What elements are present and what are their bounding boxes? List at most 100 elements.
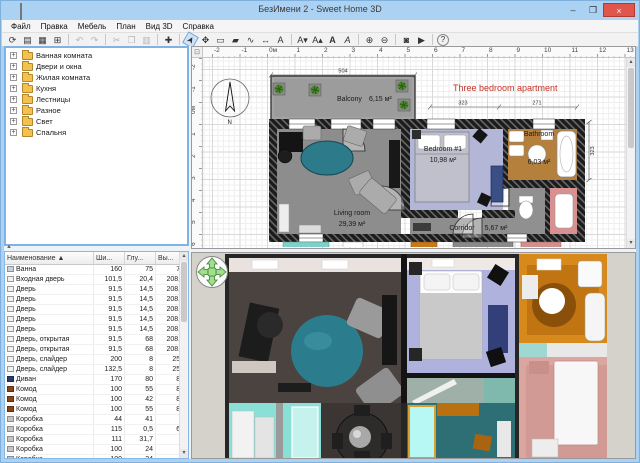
bed[interactable] [415, 132, 469, 202]
furniture-row[interactable]: Дверь, слайдер2008250✓ [5, 355, 189, 365]
pan-tool-button[interactable]: ✥ [199, 34, 212, 46]
furniture-row[interactable]: Дверь, слайдер132,58250✓ [5, 365, 189, 375]
living-room-label[interactable]: Living room [334, 210, 370, 217]
3d-aerial-view[interactable] [192, 253, 636, 459]
scroll-up-icon[interactable]: ▴ [180, 252, 188, 261]
minimize-button[interactable]: – [563, 3, 583, 17]
furniture-row[interactable]: Коробка11131,72✓ [5, 435, 189, 445]
menu-item-1[interactable]: Файл [6, 22, 36, 31]
scroll-up-icon[interactable]: ▴ [627, 58, 635, 67]
shower-tub[interactable] [555, 194, 573, 228]
catalog-category-1[interactable]: +Ванная комната [6, 50, 187, 61]
create-polylines-button[interactable]: ∿ [244, 34, 257, 46]
menu-item-4[interactable]: План [111, 22, 140, 31]
furniture-row[interactable]: Диван1708085✓ [5, 375, 189, 385]
column-header-1[interactable]: Наименование ▲ [5, 252, 94, 265]
expand-icon[interactable]: + [10, 74, 17, 81]
expand-icon[interactable]: + [10, 63, 17, 70]
italic-button[interactable]: A [341, 34, 354, 46]
expand-icon[interactable]: + [10, 96, 17, 103]
create-dimensions-button[interactable]: ↔ [259, 34, 272, 46]
scroll-thumb[interactable] [628, 68, 634, 148]
new-plan-button[interactable]: ⟳ [6, 34, 19, 46]
expand-icon[interactable]: + [10, 107, 17, 114]
catalog-category-2[interactable]: +Двери и окна [6, 61, 187, 72]
bold-button[interactable]: A [326, 34, 339, 46]
furniture-row[interactable]: Коробка100241✓ [5, 455, 189, 460]
preferences-button[interactable]: ⊞ [51, 34, 64, 46]
menu-item-2[interactable]: Правка [36, 22, 73, 31]
furniture-row[interactable]: Коробка44412✓ [5, 415, 189, 425]
view-3d[interactable] [191, 252, 636, 459]
plant-icon[interactable] [273, 83, 285, 95]
bed-3d[interactable] [420, 271, 482, 359]
paste-button[interactable]: ▥ [140, 34, 153, 46]
furniture-row[interactable]: Комод1004280✓ [5, 395, 189, 405]
3d-navigation-control[interactable] [195, 255, 229, 289]
maximize-button[interactable]: ❒ [583, 3, 603, 17]
furniture-row[interactable]: Ванна1607572✓ [5, 265, 189, 275]
add-furniture-button[interactable]: ✚ [162, 34, 175, 46]
furniture-row[interactable]: Коробка1150,560✓ [5, 425, 189, 435]
wardrobe-3d[interactable] [488, 305, 508, 353]
furniture-row[interactable]: Дверь91,514,5208,5✓ [5, 305, 189, 315]
video-button[interactable]: ▶ [415, 34, 428, 46]
catalog-category-6[interactable]: +Разное [6, 105, 187, 116]
catalog-category-3[interactable]: +Жилая комната [6, 72, 187, 83]
furniture-row[interactable]: Дверь91,514,5208,5✓ [5, 325, 189, 335]
furniture-row[interactable]: Комод1005580✓ [5, 385, 189, 395]
bed-2-3d[interactable] [554, 361, 598, 445]
plant-icon[interactable] [398, 99, 410, 111]
hall-cabinet[interactable] [413, 223, 431, 231]
plan-drawing[interactable]: N [203, 58, 635, 247]
furniture-row[interactable]: Дверь, открытая91,568208,5✓ [5, 335, 189, 345]
copy-button[interactable]: ❐ [125, 34, 138, 46]
plan-canvas[interactable]: N [203, 58, 635, 248]
desk-3d[interactable] [437, 403, 479, 416]
furniture-row[interactable]: Дверь91,514,5208,5✓ [5, 295, 189, 305]
create-walls-button[interactable]: ▭ [214, 34, 227, 46]
photo-button[interactable]: ◙ [400, 34, 413, 46]
expand-icon[interactable]: + [10, 85, 17, 92]
cut-button[interactable]: ✂ [110, 34, 123, 46]
create-rooms-button[interactable]: ▰ [229, 34, 242, 46]
furniture-row[interactable]: Дверь91,514,5208,5✓ [5, 315, 189, 325]
compass-icon[interactable]: N [211, 79, 249, 126]
expand-icon[interactable]: + [10, 129, 17, 136]
corridor-label[interactable]: Corridor [449, 225, 475, 232]
tv-cabinet[interactable] [389, 140, 400, 188]
furniture-row[interactable]: Комод1005580✓ [5, 405, 189, 415]
redo-button[interactable]: ↷ [88, 34, 101, 46]
sink-3d[interactable] [539, 288, 565, 314]
zoom-out-button[interactable]: ⊖ [378, 34, 391, 46]
scroll-down-icon[interactable]: ▾ [627, 239, 635, 248]
add-text-button[interactable]: A [274, 34, 287, 46]
save-plan-button[interactable]: ▦ [36, 34, 49, 46]
furniture-row[interactable]: Дверь, открытая91,568208,5✓ [5, 345, 189, 355]
furniture-table[interactable]: Наименование ▲Ши...Глу...Вы...Види... Ва… [5, 252, 189, 459]
kitchen-counters[interactable] [283, 242, 561, 247]
open-plan-button[interactable]: ▤ [21, 34, 34, 46]
furniture-row[interactable]: Дверь91,514,5208,5✓ [5, 285, 189, 295]
furniture-row[interactable]: Коробка100241✓ [5, 445, 189, 455]
close-button[interactable]: × [603, 3, 635, 17]
bathtub-3d[interactable] [585, 293, 605, 341]
column-header-3[interactable]: Глу... [125, 252, 156, 265]
furniture-list-scrollbar[interactable]: ▴ ▾ [179, 252, 188, 458]
column-header-2[interactable]: Ши... [94, 252, 125, 265]
menu-item-3[interactable]: Мебель [73, 22, 112, 31]
bathtub[interactable] [557, 131, 576, 177]
furniture-catalog-tree[interactable]: +Ванная комната+Двери и окна+Жилая комна… [4, 46, 189, 246]
furniture-row[interactable]: Входная дверь101,520,4208,5✓ [5, 275, 189, 285]
nightstand[interactable] [412, 130, 421, 139]
shelf[interactable] [279, 204, 289, 232]
menu-item-5[interactable]: Вид 3D [141, 22, 178, 31]
balcony-label[interactable]: Balcony [337, 96, 362, 103]
catalog-category-5[interactable]: +Лестницы [6, 94, 187, 105]
plan-scrollbar[interactable]: ▴ ▾ [626, 58, 635, 248]
coffee-table[interactable] [301, 141, 353, 175]
plant-icon[interactable] [396, 80, 408, 92]
plan-view[interactable]: ⊡ -2-10м12345678910111213 -2-10м123456 [191, 46, 636, 249]
zoom-in-button[interactable]: ⊕ [363, 34, 376, 46]
catalog-category-4[interactable]: +Кухня [6, 83, 187, 94]
